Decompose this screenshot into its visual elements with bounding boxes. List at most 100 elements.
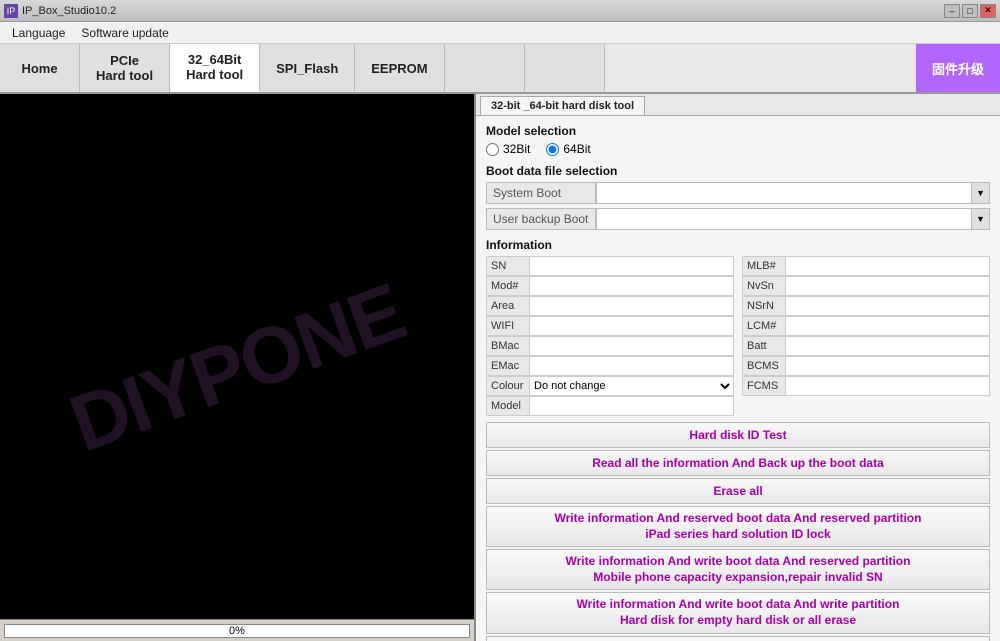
bmac-input[interactable] bbox=[530, 336, 734, 356]
right-fields: MLB# NvSn NSrN LCM# bbox=[742, 256, 990, 416]
area-row: Area bbox=[486, 296, 734, 316]
batt-label: Batt bbox=[742, 336, 786, 356]
navtabs: Home PCIe Hard tool 32_64Bit Hard tool S… bbox=[0, 44, 1000, 94]
bcms-label: BCMS bbox=[742, 356, 786, 376]
bmac-row: BMac bbox=[486, 336, 734, 356]
app-title: IP IP_Box_Studio10.2 bbox=[4, 4, 116, 18]
model-input[interactable] bbox=[530, 396, 734, 416]
write-info-reserved-mobile-button[interactable]: Write information And write boot data An… bbox=[486, 549, 990, 590]
boot-data-section: Boot data file selection System Boot ▼ U… bbox=[486, 164, 990, 230]
colour-select[interactable]: Do not change Black White Silver Gold Ro… bbox=[530, 376, 734, 396]
mod-label: Mod# bbox=[486, 276, 530, 296]
tab-home[interactable]: Home bbox=[0, 44, 80, 92]
menubar: Language Software update bbox=[0, 22, 1000, 44]
user-backup-boot-input[interactable] bbox=[596, 208, 972, 230]
boot-data-label: Boot data file selection bbox=[486, 164, 990, 178]
mlb-label: MLB# bbox=[742, 256, 786, 276]
action-buttons: Hard disk ID Test Read all the informati… bbox=[486, 422, 990, 641]
fcms-row: FCMS bbox=[742, 376, 990, 396]
menu-language[interactable]: Language bbox=[4, 24, 73, 42]
model-selection-label: Model selection bbox=[486, 124, 990, 138]
right-content: Model selection 32Bit 64Bit Boot data fi… bbox=[476, 116, 1000, 641]
emac-input[interactable] bbox=[530, 356, 734, 376]
bcms-row: BCMS bbox=[742, 356, 990, 376]
mod-input[interactable] bbox=[530, 276, 734, 296]
tab-32-64bit-hard-tool[interactable]: 32_64Bit Hard tool bbox=[170, 44, 260, 92]
tab-empty1[interactable] bbox=[445, 44, 525, 92]
tool-tab-header: 32-bit _64-bit hard disk tool bbox=[476, 94, 1000, 116]
system-boot-input[interactable] bbox=[596, 182, 972, 204]
lcm-input[interactable] bbox=[786, 316, 990, 336]
model-field-label: Model bbox=[486, 396, 530, 416]
erase-all-button[interactable]: Erase all bbox=[486, 478, 990, 504]
area-label: Area bbox=[486, 296, 530, 316]
nsrn-row: NSrN bbox=[742, 296, 990, 316]
emac-row: EMac bbox=[486, 356, 734, 376]
progress-bar-outer: 0% bbox=[4, 624, 470, 638]
mlb-input[interactable] bbox=[786, 256, 990, 276]
radio-32bit-label[interactable]: 32Bit bbox=[486, 142, 530, 156]
information-grid: SN Mod# Area WIFI bbox=[486, 256, 990, 416]
model-selection-section: Model selection 32Bit 64Bit bbox=[486, 124, 990, 156]
watermark: DIYPONE bbox=[59, 265, 416, 470]
right-panel: 32-bit _64-bit hard disk tool Model sele… bbox=[476, 94, 1000, 641]
model-row: Model bbox=[486, 396, 734, 416]
nsrn-input[interactable] bbox=[786, 296, 990, 316]
model-radio-group: 32Bit 64Bit bbox=[486, 142, 990, 156]
area-input[interactable] bbox=[530, 296, 734, 316]
sn-label: SN bbox=[486, 256, 530, 276]
bmac-label: BMac bbox=[486, 336, 530, 356]
tab-eeprom[interactable]: EEPROM bbox=[355, 44, 444, 92]
radio-64bit[interactable] bbox=[546, 143, 559, 156]
write-info-empty-button[interactable]: Write information And write boot data An… bbox=[486, 592, 990, 633]
nvsn-input[interactable] bbox=[786, 276, 990, 296]
bcms-input[interactable] bbox=[786, 356, 990, 376]
nvsn-label: NvSn bbox=[742, 276, 786, 296]
sn-input[interactable] bbox=[530, 256, 734, 276]
wifi-input[interactable] bbox=[530, 316, 734, 336]
nvsn-row: NvSn bbox=[742, 276, 990, 296]
lcm-label: LCM# bbox=[742, 316, 786, 336]
app-icon: IP bbox=[4, 4, 18, 18]
close-button[interactable]: ✕ bbox=[980, 4, 996, 18]
nsrn-label: NSrN bbox=[742, 296, 786, 316]
mlb-row: MLB# bbox=[742, 256, 990, 276]
information-label: Information bbox=[486, 238, 990, 252]
radio-32bit[interactable] bbox=[486, 143, 499, 156]
menu-software-update[interactable]: Software update bbox=[73, 24, 176, 42]
minimize-button[interactable]: – bbox=[944, 4, 960, 18]
radio-32bit-text: 32Bit bbox=[503, 142, 530, 156]
user-backup-boot-row: User backup Boot ▼ bbox=[486, 208, 990, 230]
fcms-label: FCMS bbox=[742, 376, 786, 396]
write-info-reserved-ipad-button[interactable]: Write information And reserved boot data… bbox=[486, 506, 990, 547]
system-boot-row: System Boot ▼ bbox=[486, 182, 990, 204]
tool-tab-32-64bit[interactable]: 32-bit _64-bit hard disk tool bbox=[480, 96, 645, 115]
progress-bar-area: 0% bbox=[0, 619, 474, 641]
stop-button[interactable]: Stop bbox=[486, 636, 990, 641]
tab-pcie-hard-tool[interactable]: PCIe Hard tool bbox=[80, 44, 170, 92]
emac-label: EMac bbox=[486, 356, 530, 376]
tab-empty2[interactable] bbox=[525, 44, 605, 92]
colour-row: Colour Do not change Black White Silver … bbox=[486, 376, 734, 396]
wifi-row: WIFI bbox=[486, 316, 734, 336]
fcms-input[interactable] bbox=[786, 376, 990, 396]
user-backup-boot-dropdown[interactable]: ▼ bbox=[972, 208, 990, 230]
main-area: DIYPONE 0% 32-bit _64-bit hard disk tool… bbox=[0, 94, 1000, 641]
hard-disk-id-test-button[interactable]: Hard disk ID Test bbox=[486, 422, 990, 448]
titlebar: IP IP_Box_Studio10.2 – □ ✕ bbox=[0, 0, 1000, 22]
tab-spi-flash[interactable]: SPI_Flash bbox=[260, 44, 355, 92]
progress-label: 0% bbox=[5, 625, 469, 637]
tab-firmware-upgrade[interactable]: 固件升级 bbox=[916, 44, 1000, 92]
user-backup-boot-label: User backup Boot bbox=[486, 208, 596, 230]
lcm-row: LCM# bbox=[742, 316, 990, 336]
system-boot-dropdown[interactable]: ▼ bbox=[972, 182, 990, 204]
window-controls: – □ ✕ bbox=[944, 4, 996, 18]
batt-input[interactable] bbox=[786, 336, 990, 356]
batt-row: Batt bbox=[742, 336, 990, 356]
maximize-button[interactable]: □ bbox=[962, 4, 978, 18]
colour-label: Colour bbox=[486, 376, 530, 396]
radio-64bit-text: 64Bit bbox=[563, 142, 590, 156]
radio-64bit-label[interactable]: 64Bit bbox=[546, 142, 590, 156]
read-all-backup-button[interactable]: Read all the information And Back up the… bbox=[486, 450, 990, 476]
left-fields: SN Mod# Area WIFI bbox=[486, 256, 734, 416]
